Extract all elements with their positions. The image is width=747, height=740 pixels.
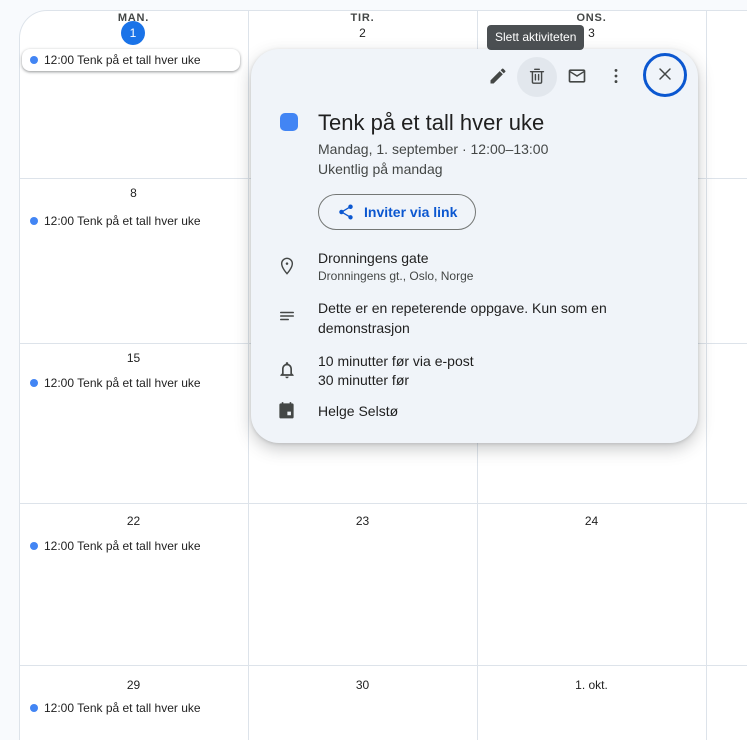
location-secondary: Dronningens gt., Oslo, Norge [318, 268, 473, 285]
event-color-dot [30, 704, 38, 712]
day-number[interactable]: 8 [19, 186, 248, 200]
event-chip[interactable]: 12:00 Tenk på et tall hver uke [22, 698, 240, 718]
edit-event-button[interactable] [478, 57, 518, 97]
bell-icon [277, 360, 297, 380]
event-color-dot [30, 379, 38, 387]
grid-hline [19, 503, 747, 504]
event-chip[interactable]: 12:00 Tenk på et tall hver uke [22, 211, 240, 231]
envelope-icon [567, 66, 587, 89]
day-number-today[interactable]: 1 [121, 21, 145, 45]
notification-2: 30 minutter før [318, 371, 474, 390]
weekday-header-wednesday: ONS. [477, 12, 706, 24]
event-color-dot [30, 56, 38, 64]
calendar-owner-icon [277, 401, 297, 421]
event-chip-selected[interactable]: 12:00 Tenk på et tall hver uke [22, 49, 240, 71]
event-chip[interactable]: 12:00 Tenk på et tall hver uke [22, 373, 240, 393]
day-number[interactable]: 23 [248, 514, 477, 528]
notification-1: 10 minutter før via e-post [318, 352, 474, 371]
event-chip-label: 12:00 Tenk på et tall hver uke [44, 214, 201, 228]
description-icon [277, 306, 297, 326]
event-datetime: Mandag, 1. september · 12:00–13:00 [318, 140, 548, 160]
email-guests-button[interactable] [557, 57, 597, 97]
close-icon [655, 64, 675, 87]
event-chip-label: 12:00 Tenk på et tall hver uke [44, 53, 201, 67]
event-chip-label: 12:00 Tenk på et tall hver uke [44, 701, 201, 715]
close-popup-button[interactable] [643, 53, 687, 97]
delete-tooltip: Slett aktiviteten [487, 25, 584, 50]
event-chip-label: 12:00 Tenk på et tall hver uke [44, 539, 201, 553]
share-icon [337, 203, 355, 221]
event-details-popup: Tenk på et tall hver uke Mandag, 1. sept… [251, 49, 698, 443]
event-color-dot [30, 217, 38, 225]
location-pin-icon [277, 256, 297, 276]
event-chip[interactable]: 12:00 Tenk på et tall hver uke [22, 536, 240, 556]
event-recurrence: Ukentlig på mandag [318, 160, 548, 180]
event-title: Tenk på et tall hver uke [318, 109, 544, 137]
more-options-button[interactable] [596, 57, 636, 97]
day-number[interactable]: 22 [19, 514, 248, 528]
day-number[interactable]: 24 [477, 514, 706, 528]
day-number[interactable]: 2 [248, 26, 477, 40]
grid-vline [706, 10, 707, 740]
location-primary: Dronningens gate [318, 249, 429, 268]
pencil-icon [488, 66, 508, 89]
calendar-owner: Helge Selstø [318, 402, 398, 421]
day-number[interactable]: 15 [19, 351, 248, 365]
invite-via-link-button[interactable]: Inviter via link [318, 194, 476, 230]
invite-via-link-label: Inviter via link [364, 204, 457, 220]
grid-vline [248, 10, 249, 740]
event-description: Dette er en repeterende oppgave. Kun som… [318, 298, 650, 338]
event-chip-label: 12:00 Tenk på et tall hver uke [44, 376, 201, 390]
trash-icon [527, 66, 547, 89]
more-vert-icon [606, 66, 626, 89]
event-color-swatch [280, 113, 298, 131]
day-number[interactable]: 29 [19, 678, 248, 692]
day-number[interactable]: 1. okt. [477, 678, 706, 692]
event-color-dot [30, 542, 38, 550]
delete-event-button[interactable] [517, 57, 557, 97]
weekday-header-tuesday: TIR. [248, 12, 477, 24]
day-number[interactable]: 30 [248, 678, 477, 692]
grid-hline [19, 665, 747, 666]
